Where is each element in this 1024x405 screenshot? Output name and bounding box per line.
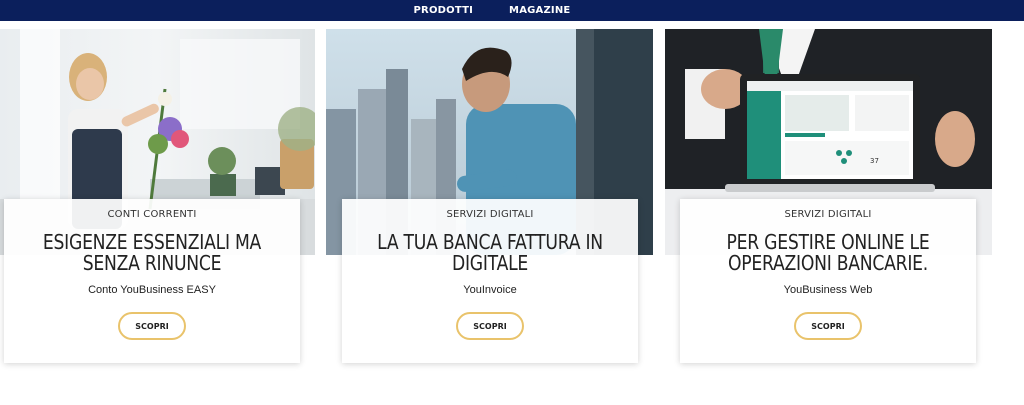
top-navigation: PRODOTTI MAGAZINE <box>0 0 1024 21</box>
nav-item-magazine[interactable]: MAGAZINE <box>509 5 570 16</box>
card-category: SERVIZI DIGITALI <box>446 209 534 220</box>
card-title: PER GESTIRE ONLINE LE OPERAZIONI BANCARI… <box>726 230 930 275</box>
scopri-button[interactable]: SCOPRI <box>456 312 524 340</box>
nav-item-prodotti[interactable]: PRODOTTI <box>414 5 474 16</box>
card-product-name: Conto YouBusiness EASY <box>88 284 216 296</box>
card-title: LA TUA BANCA FATTURA IN DIGITALE <box>377 230 603 275</box>
card-servizi-digitali-youinvoice: SERVIZI DIGITALI LA TUA BANCA FATTURA IN… <box>342 199 638 363</box>
laptop-screen-stat: 37 <box>870 157 879 165</box>
card-category: SERVIZI DIGITALI <box>784 209 872 220</box>
card-servizi-digitali-youbusiness-web: SERVIZI DIGITALI PER GESTIRE ONLINE LE O… <box>680 199 976 363</box>
card-category: CONTI CORRENTI <box>107 209 197 220</box>
card-conti-correnti: CONTI CORRENTI ESIGENZE ESSENZIALI MA SE… <box>4 199 300 363</box>
card-product-name: YouInvoice <box>463 284 517 296</box>
scopri-button[interactable]: SCOPRI <box>118 312 186 340</box>
card-title: ESIGENZE ESSENZIALI MA SENZA RINUNCE <box>42 230 262 275</box>
card-product-name: YouBusiness Web <box>783 284 873 296</box>
scopri-button[interactable]: SCOPRI <box>794 312 862 340</box>
